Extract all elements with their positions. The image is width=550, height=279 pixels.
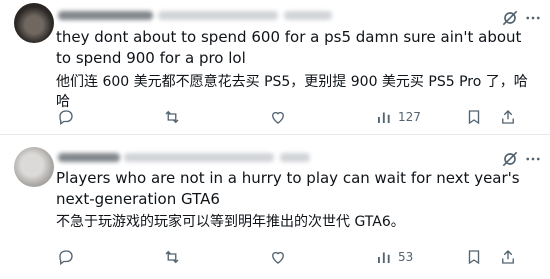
like-button[interactable]	[269, 248, 287, 266]
reply-icon	[59, 110, 73, 126]
post-2[interactable]: Players who are not in a hurry to play c…	[0, 135, 550, 279]
post-text: they dont about to spend 600 for a ps5 d…	[56, 28, 522, 67]
repost-icon	[165, 110, 179, 124]
like-icon	[272, 111, 284, 124]
share-button[interactable]	[499, 248, 517, 266]
blurred-display-name	[58, 11, 153, 20]
views-icon	[378, 112, 390, 123]
bookmark-icon	[468, 110, 480, 125]
blurred-display-name	[58, 153, 120, 162]
like-icon	[272, 251, 284, 264]
bookmark-icon	[468, 250, 480, 265]
post-translation: 不急于玩游戏的玩家可以等到明年推出的次世代 GTA6。	[56, 214, 405, 230]
blurred-handle	[158, 11, 278, 20]
blurred-date	[280, 153, 310, 162]
share-button[interactable]	[499, 108, 517, 126]
bookmark-button[interactable]	[465, 108, 483, 126]
repost-button[interactable]	[163, 248, 181, 266]
action-bar: 127	[56, 107, 536, 127]
bookmark-button[interactable]	[465, 248, 483, 266]
views-button[interactable]: 127	[375, 108, 421, 126]
views-icon	[378, 252, 390, 263]
action-bar: 53	[56, 247, 536, 267]
share-icon	[502, 110, 514, 124]
more-icon[interactable]	[524, 149, 542, 169]
grok-icon[interactable]	[500, 8, 520, 28]
views-count: 53	[398, 250, 414, 264]
post-translation: 他们连 600 美元都不愿意花去买 PS5，更别提 900 美元买 PS5 Pr…	[56, 74, 528, 110]
share-icon	[502, 250, 514, 264]
reply-button[interactable]	[57, 108, 75, 126]
reply-button[interactable]	[57, 248, 75, 266]
grok-icon[interactable]	[500, 149, 520, 169]
avatar[interactable]	[14, 147, 54, 187]
more-icon[interactable]	[524, 8, 542, 28]
repost-icon	[165, 250, 179, 264]
views-count: 127	[398, 110, 421, 124]
repost-button[interactable]	[163, 108, 181, 126]
blurred-handle	[124, 153, 274, 162]
reply-icon	[59, 250, 73, 266]
like-button[interactable]	[269, 108, 287, 126]
avatar[interactable]	[14, 3, 54, 43]
blurred-date	[284, 11, 332, 20]
post-text: Players who are not in a hurry to play c…	[56, 169, 520, 208]
views-button[interactable]: 53	[375, 248, 413, 266]
post-1[interactable]: they dont about to spend 600 for a ps5 d…	[0, 0, 550, 135]
